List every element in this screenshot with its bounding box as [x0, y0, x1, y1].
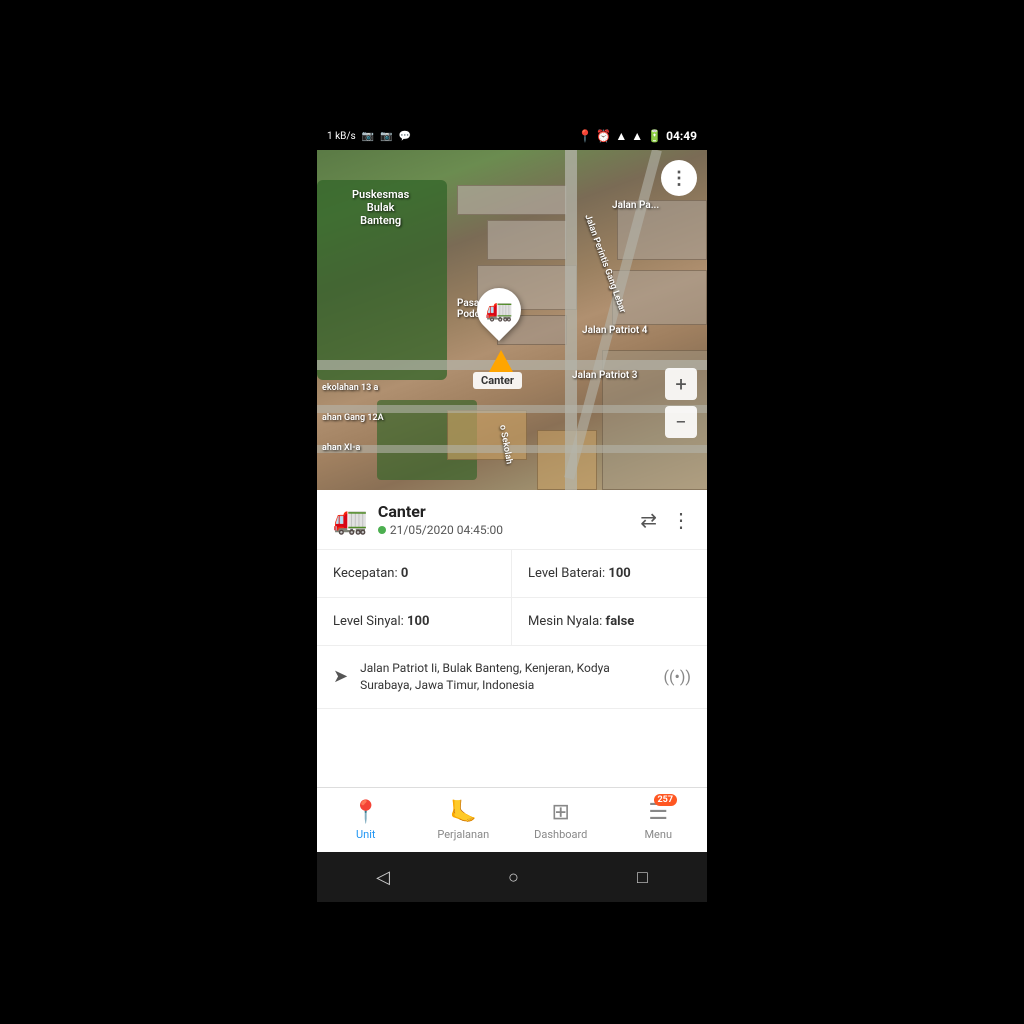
unit-icon: 📍 [352, 800, 379, 825]
stat-mesin: Mesin Nyala: false [512, 598, 707, 645]
unit-label: Unit [356, 828, 375, 841]
location-address: Jalan Patriot Ii, Bulak Banteng, Kenjera… [360, 660, 651, 694]
home-button[interactable]: ○ [488, 859, 539, 896]
canter-map-label: Canter [473, 372, 522, 389]
map-label-patriot3: Jalan Patriot 3 [572, 370, 638, 381]
phone-screen: 1 kB/s 📷 📷 💬 📍 ⏰ ▲ ▲ 🔋 04:49 [317, 122, 707, 902]
perjalanan-label: Perjalanan [437, 828, 489, 841]
vehicle-truck-icon: 🚛 [333, 503, 368, 536]
stats-grid: Kecepatan: 0 Level Baterai: 100 Level Si… [317, 550, 707, 646]
map-label-xi: ahan XI-a [322, 443, 360, 453]
whatsapp-icon: 💬 [399, 131, 411, 142]
vehicle-info-left: 🚛 Canter 21/05/2020 04:45:00 [333, 502, 503, 537]
map-view[interactable]: PuskesmasBulakBanteng PasarPodomoro Jala… [317, 150, 707, 490]
instagram-icon: 📷 [362, 131, 374, 142]
nav-dashboard[interactable]: ⊞ Dashboard [512, 788, 610, 852]
truck-icon: 🚛 [485, 298, 512, 323]
vehicle-info-row: 🚛 Canter 21/05/2020 04:45:00 ⇄ ⋮ [317, 490, 707, 550]
stat-kecepatan: Kecepatan: 0 [317, 550, 512, 598]
status-bar-right: 📍 ⏰ ▲ ▲ 🔋 04:49 [577, 129, 697, 143]
perjalanan-icon: 🦶 [450, 800, 477, 825]
android-nav-bar: ◁ ○ □ [317, 852, 707, 902]
data-speed: 1 kB/s [327, 131, 356, 142]
zoom-out-button[interactable]: − [665, 406, 697, 438]
map-label-patriot4: Jalan Patriot 4 [582, 325, 648, 336]
signal-icon: ▲ [631, 129, 643, 143]
map-menu-button[interactable]: ⋮ [661, 160, 697, 196]
status-bar-left: 1 kB/s 📷 📷 💬 [327, 131, 411, 142]
vehicle-name: Canter [378, 502, 503, 521]
map-label-gang12a: ahan Gang 12A [322, 413, 384, 423]
wifi-icon: ▲ [615, 129, 627, 143]
zoom-in-button[interactable]: + [665, 368, 697, 400]
map-label-jalan-pa1: Jalan Pa... [612, 200, 659, 211]
direction-arrow [489, 350, 513, 372]
truck-marker[interactable]: 🚛 [477, 288, 521, 332]
vehicle-info-right: ⇄ ⋮ [640, 508, 691, 532]
status-bar: 1 kB/s 📷 📷 💬 📍 ⏰ ▲ ▲ 🔋 04:49 [317, 122, 707, 150]
nav-unit[interactable]: 📍 Unit [317, 788, 415, 852]
menu-label: Menu [644, 828, 672, 841]
stat-baterai: Level Baterai: 100 [512, 550, 707, 598]
route-icon[interactable]: ⇄ [640, 508, 657, 532]
back-button[interactable]: ◁ [356, 859, 410, 896]
location-row: ➤ Jalan Patriot Ii, Bulak Banteng, Kenje… [317, 646, 707, 709]
vehicle-timestamp: 21/05/2020 04:45:00 [378, 523, 503, 537]
location-status-icon: 📍 [577, 129, 592, 143]
navigation-icon: ➤ [333, 666, 348, 687]
dashboard-label: Dashboard [534, 828, 587, 841]
alarm-icon: ⏰ [596, 129, 611, 143]
vehicle-details: Canter 21/05/2020 04:45:00 [378, 502, 503, 537]
online-indicator [378, 526, 386, 534]
nav-menu[interactable]: 257 ☰ Menu [610, 788, 708, 852]
battery-icon: 🔋 [647, 129, 662, 143]
vehicle-menu-button[interactable]: ⋮ [671, 508, 691, 532]
dashboard-icon: ⊞ [552, 800, 570, 825]
menu-badge: 257 [654, 794, 678, 806]
recent-button[interactable]: □ [617, 859, 668, 896]
truck-bubble: 🚛 [468, 279, 530, 341]
nav-perjalanan[interactable]: 🦶 Perjalanan [415, 788, 513, 852]
bottom-navigation: 📍 Unit 🦶 Perjalanan ⊞ Dashboard 257 ☰ Me… [317, 787, 707, 852]
camera-icon: 📷 [380, 131, 392, 142]
time: 04:49 [666, 129, 697, 143]
stat-sinyal: Level Sinyal: 100 [317, 598, 512, 645]
map-label-puskesmas: PuskesmasBulakBanteng [352, 188, 409, 227]
broadcast-icon: ((•)) [664, 667, 692, 686]
map-label-sekolahan: ekolahan 13 a [322, 383, 378, 393]
